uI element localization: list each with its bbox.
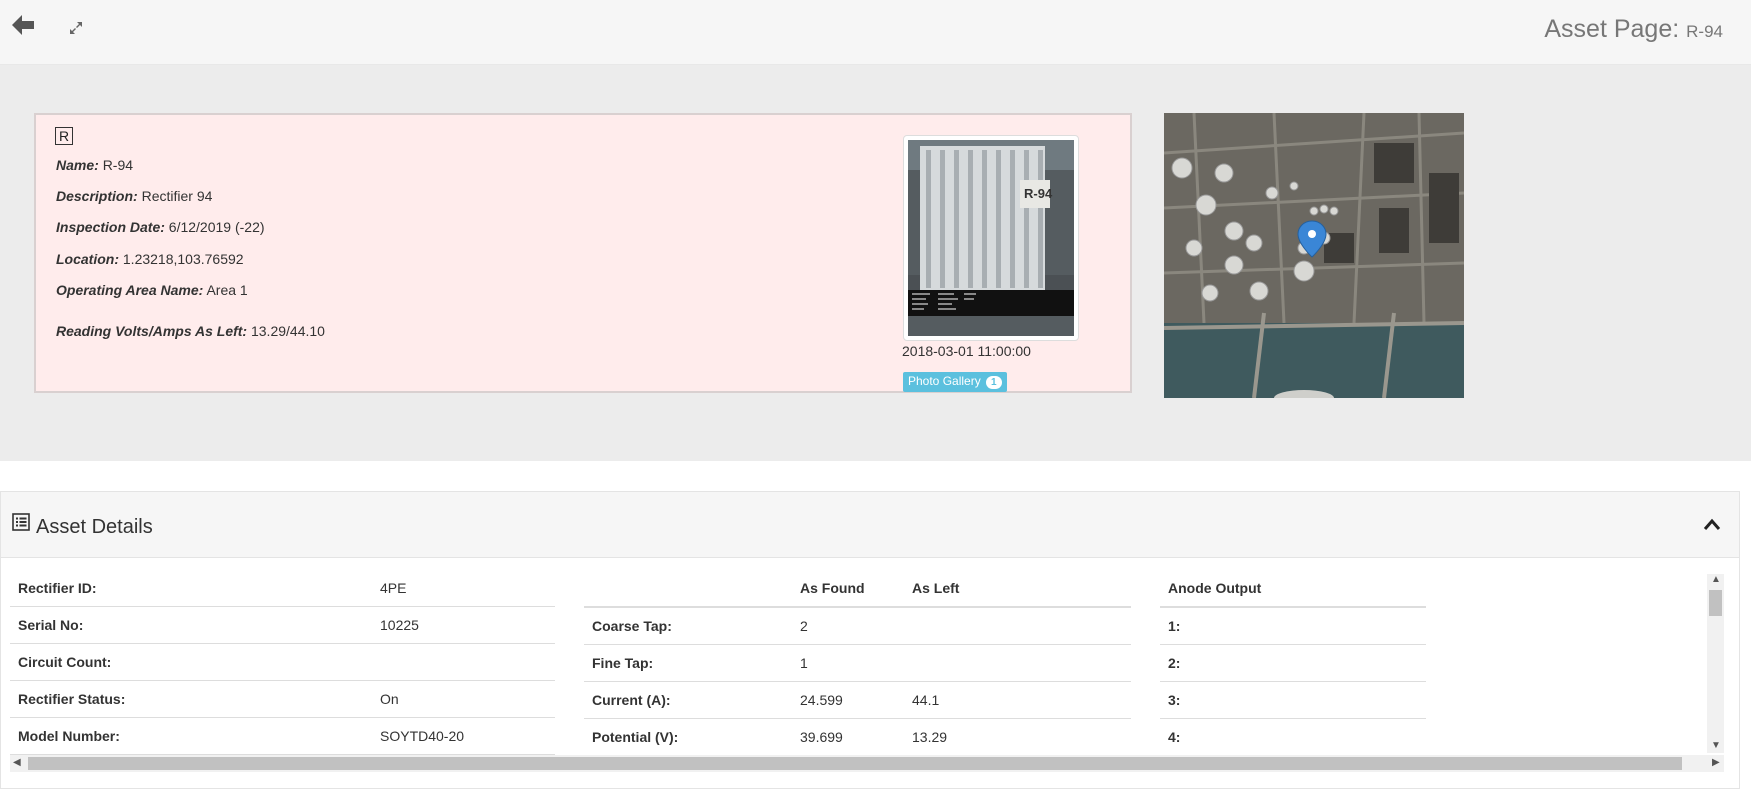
asset-summary-section: R Name: R-94 Description: Rectifier 94 I… [0, 65, 1751, 461]
table-row: Fine Tap: 1 [584, 644, 1131, 682]
name-label: Name: [56, 157, 99, 173]
photo-gallery-label: Photo Gallery [908, 374, 981, 388]
table-row: 2: [1160, 644, 1426, 682]
model-number-value: SOYTD40-20 [372, 717, 555, 755]
chevron-up-icon[interactable] [1703, 517, 1721, 531]
serial-no-value: 10225 [372, 606, 555, 644]
tap-column-header [584, 570, 792, 608]
coarse-tap-left [904, 607, 1131, 645]
page-title-asset-id: R-94 [1686, 22, 1723, 41]
current-left: 44.1 [904, 681, 1131, 719]
potential-left: 13.29 [904, 718, 1131, 756]
scroll-left-icon[interactable]: ◀ [13, 757, 21, 768]
rectifier-info-table: Rectifier ID: 4PE Serial No: 10225 Circu… [10, 570, 555, 755]
location-field: Location: 1.23218,103.76592 [56, 251, 244, 267]
list-icon [12, 513, 30, 531]
anode-3-label: 3: [1160, 681, 1426, 719]
anode-2-label: 2: [1160, 644, 1426, 682]
tap-readings-table: As Found As Left Coarse Tap: 2 Fine Tap:… [584, 570, 1131, 756]
fine-tap-found: 1 [792, 644, 904, 682]
table-row: Serial No: 10225 [10, 606, 555, 644]
anode-output-table: Anode Output 1: 2: 3: 4: [1160, 570, 1426, 756]
table-row: Rectifier Status: On [10, 680, 555, 718]
vertical-scrollbar[interactable]: ▲ ▼ [1707, 574, 1724, 753]
coarse-tap-found: 2 [792, 607, 904, 645]
fine-tap-label: Fine Tap: [584, 644, 792, 682]
reading-value: 13.29/44.10 [250, 323, 325, 339]
name-field: Name: R-94 [56, 157, 133, 173]
scroll-up-icon[interactable]: ▲ [1711, 574, 1721, 585]
rectifier-status-value: On [372, 680, 555, 718]
table-row: Current (A): 24.599 44.1 [584, 681, 1131, 719]
table-row: Coarse Tap: 2 [584, 607, 1131, 645]
back-arrow-icon[interactable] [10, 12, 36, 38]
operating-area-value: Area 1 [206, 282, 248, 298]
page-title: Asset Page: R-94 [1544, 15, 1723, 44]
page-title-label: Asset Page: [1544, 15, 1680, 43]
model-number-label: Model Number: [10, 717, 372, 755]
photo-gallery-button[interactable]: Photo Gallery 1 [903, 372, 1007, 392]
top-bar: Asset Page: R-94 [0, 0, 1751, 65]
table-row: Potential (V): 39.699 13.29 [584, 718, 1131, 756]
horizontal-scroll-thumb[interactable] [28, 757, 1682, 770]
photo-timestamp: 2018-03-01 11:00:00 [902, 343, 1031, 359]
coarse-tap-label: Coarse Tap: [584, 607, 792, 645]
table-row: Rectifier ID: 4PE [10, 570, 555, 607]
anode-4-label: 4: [1160, 718, 1426, 756]
anode-output-header: Anode Output [1160, 570, 1426, 608]
table-row: 1: [1160, 607, 1426, 645]
asset-details-title: Asset Details [36, 516, 153, 538]
scroll-right-icon[interactable]: ▶ [1712, 757, 1720, 768]
reading-label: Reading Volts/Amps As Left: [56, 323, 248, 339]
horizontal-scrollbar[interactable]: ◀ ▶ [10, 755, 1724, 772]
table-header-row: Anode Output [1160, 570, 1426, 608]
rectifier-id-label: Rectifier ID: [10, 570, 372, 607]
inspection-date-field: Inspection Date: 6/12/2019 (-22) [56, 219, 265, 235]
inspection-date-value: 6/12/2019 (-22) [168, 219, 265, 235]
fine-tap-left [904, 644, 1131, 682]
photo-gallery-count: 1 [986, 376, 1002, 389]
description-field: Description: Rectifier 94 [56, 188, 212, 204]
satellite-map[interactable] [1164, 113, 1464, 398]
reading-field: Reading Volts/Amps As Left: 13.29/44.10 [56, 323, 325, 339]
location-label: Location: [56, 251, 119, 267]
serial-no-label: Serial No: [10, 606, 372, 644]
vertical-scroll-thumb[interactable] [1709, 590, 1722, 616]
potential-found: 39.699 [792, 718, 904, 756]
description-label: Description: [56, 188, 138, 204]
table-row: 4: [1160, 718, 1426, 756]
name-value: R-94 [102, 157, 134, 173]
potential-label: Potential (V): [584, 718, 792, 756]
circuit-count-label: Circuit Count: [10, 643, 372, 681]
inspection-date-label: Inspection Date: [56, 219, 165, 235]
table-row: Model Number: SOYTD40-20 [10, 717, 555, 755]
expand-icon[interactable] [68, 20, 84, 36]
circuit-count-value [372, 643, 555, 681]
rectifier-badge: R [55, 127, 73, 145]
current-label: Current (A): [584, 681, 792, 719]
operating-area-field: Operating Area Name: Area 1 [56, 282, 248, 298]
as-left-header: As Left [904, 570, 1131, 608]
location-value: 1.23218,103.76592 [122, 251, 244, 267]
current-found: 24.599 [792, 681, 904, 719]
scroll-down-icon[interactable]: ▼ [1711, 740, 1721, 751]
as-found-header: As Found [792, 570, 904, 608]
table-row: 3: [1160, 681, 1426, 719]
photo-asset-tag: R-94 [1024, 186, 1053, 201]
anode-1-label: 1: [1160, 607, 1426, 645]
table-header-row: As Found As Left [584, 570, 1131, 608]
table-row: Circuit Count: [10, 643, 555, 681]
asset-details-header[interactable]: Asset Details [1, 492, 1739, 558]
operating-area-label: Operating Area Name: [56, 282, 204, 298]
rectifier-id-value: 4PE [372, 570, 555, 607]
description-value: Rectifier 94 [141, 188, 213, 204]
asset-photo-thumbnail[interactable]: R-94 [903, 135, 1079, 341]
asset-info-card: R Name: R-94 Description: Rectifier 94 I… [34, 113, 1132, 393]
rectifier-status-label: Rectifier Status: [10, 680, 372, 718]
